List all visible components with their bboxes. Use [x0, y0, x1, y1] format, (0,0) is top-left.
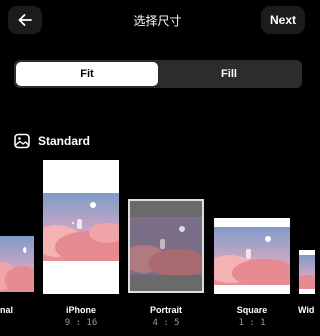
size-card-portrait[interactable] — [128, 199, 204, 293]
next-button[interactable]: Next — [261, 6, 305, 34]
artwork-thumbnail — [214, 227, 290, 285]
fit-option[interactable]: Fit — [16, 62, 158, 86]
size-ratio: 9 : 16 — [64, 318, 98, 328]
size-card-iphone[interactable] — [43, 160, 119, 294]
artwork-thumbnail — [130, 217, 202, 275]
section-label: Standard — [38, 134, 91, 148]
size-label: Wid — [298, 305, 315, 315]
fit-fill-toggle: Fit Fill — [14, 60, 302, 88]
gallery-icon — [14, 133, 30, 149]
size-label: iPhone — [65, 305, 96, 315]
fill-option[interactable]: Fill — [158, 62, 300, 86]
size-ratio: 1 : 1 — [238, 318, 266, 328]
artwork-thumbnail — [0, 236, 34, 292]
artwork-thumbnail — [299, 255, 315, 289]
size-card-original[interactable] — [0, 236, 34, 292]
size-card-square[interactable] — [214, 218, 290, 294]
standard-section-header: Standard — [14, 133, 90, 149]
size-label: Portrait — [149, 305, 182, 315]
size-label: Square — [236, 305, 268, 315]
size-label: nal — [0, 305, 14, 315]
size-card-wide[interactable] — [299, 250, 315, 294]
artwork-thumbnail — [43, 193, 119, 261]
size-ratio: 4 : 5 — [152, 318, 180, 328]
